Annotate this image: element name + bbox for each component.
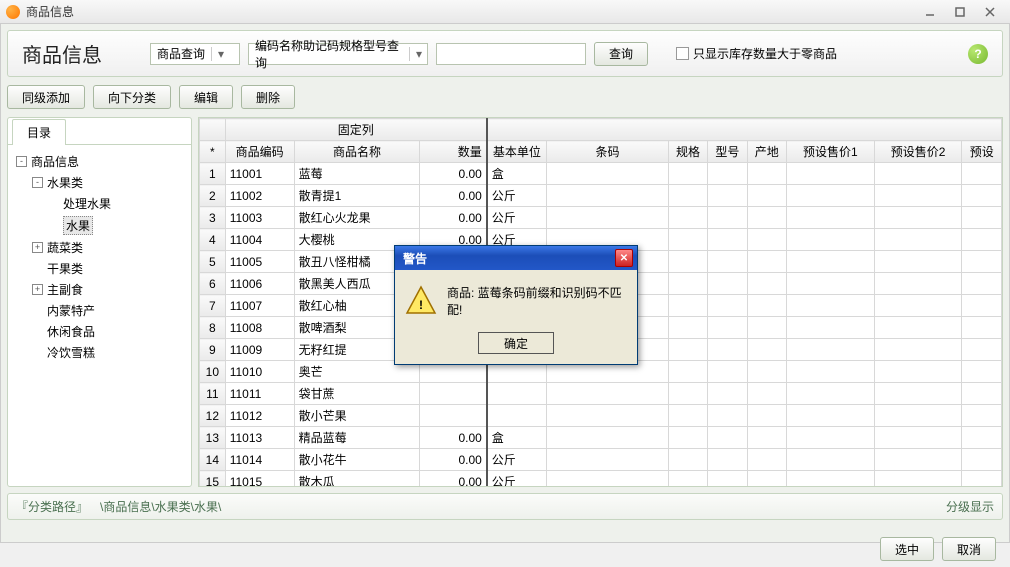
table-row[interactable]: 1511015散木瓜0.00公斤 xyxy=(200,471,1002,487)
edit-button[interactable]: 编辑 xyxy=(179,85,233,109)
tree-node-label: 冷饮雪糕 xyxy=(47,344,95,361)
warning-dialog: 警告 ✕ ! 商品: 蓝莓条码前缀和识别码不匹配! 确定 xyxy=(394,245,638,365)
svg-text:!: ! xyxy=(419,298,423,312)
tree-node[interactable]: 处理水果 xyxy=(12,193,187,214)
table-row[interactable]: 1311013精品蓝莓0.00盒 xyxy=(200,427,1002,449)
warning-icon: ! xyxy=(405,285,437,317)
tree-node-label: 水果类 xyxy=(47,174,83,191)
col-price2[interactable]: 预设售价2 xyxy=(874,141,962,163)
tree-node-label: 干果类 xyxy=(47,260,83,277)
col-star[interactable]: * xyxy=(200,141,226,163)
dialog-title: 警告 xyxy=(403,250,427,267)
header-bar: 商品信息 商品查询▾ 编码名称助记码规格型号查询▾ 查询 只显示库存数量大于零商… xyxy=(7,30,1003,77)
col-price1[interactable]: 预设售价1 xyxy=(786,141,874,163)
col-name[interactable]: 商品名称 xyxy=(294,141,420,163)
maximize-button[interactable] xyxy=(946,4,974,20)
col-code[interactable]: 商品编码 xyxy=(225,141,294,163)
expand-icon[interactable]: + xyxy=(32,242,43,253)
path-bar: 『分类路径』 \商品信息\水果类\水果\ 分级显示 xyxy=(7,493,1003,520)
tree-node[interactable]: 冷饮雪糕 xyxy=(12,342,187,363)
table-row[interactable]: 211002散青提10.00公斤 xyxy=(200,185,1002,207)
path-value: \商品信息\水果类\水果\ xyxy=(100,498,221,515)
tree-node[interactable]: 内蒙特产 xyxy=(12,300,187,321)
dialog-close-button[interactable]: ✕ xyxy=(615,249,633,267)
tree-body[interactable]: -商品信息-水果类处理水果水果+蔬菜类干果类+主副食内蒙特产休闲食品冷饮雪糕 xyxy=(8,145,191,486)
search-button[interactable]: 查询 xyxy=(594,42,648,66)
tree-node[interactable]: -水果类 xyxy=(12,172,187,193)
table-row[interactable]: 311003散红心火龙果0.00公斤 xyxy=(200,207,1002,229)
table-row[interactable]: 1211012散小芒果 xyxy=(200,405,1002,427)
col-model[interactable]: 型号 xyxy=(708,141,747,163)
tree-node-label: 处理水果 xyxy=(63,195,111,212)
tab-directory[interactable]: 目录 xyxy=(12,119,66,145)
collapse-icon[interactable]: - xyxy=(16,156,27,167)
category-tree-panel: 目录 -商品信息-水果类处理水果水果+蔬菜类干果类+主副食内蒙特产休闲食品冷饮雪… xyxy=(7,117,192,487)
dialog-ok-button[interactable]: 确定 xyxy=(478,332,554,354)
expand-icon[interactable]: + xyxy=(32,284,43,295)
tree-node-label: 内蒙特产 xyxy=(47,302,95,319)
tree-node-label: 主副食 xyxy=(47,281,83,298)
tree-node[interactable]: 干果类 xyxy=(12,258,187,279)
col-barcode[interactable]: 条码 xyxy=(547,141,669,163)
tree-tabs: 目录 xyxy=(8,118,191,145)
close-button[interactable] xyxy=(976,4,1004,20)
dialog-titlebar[interactable]: 警告 ✕ xyxy=(395,246,637,270)
tree-node[interactable]: 水果 xyxy=(12,214,187,237)
minimize-button[interactable] xyxy=(916,4,944,20)
sub-category-button[interactable]: 向下分类 xyxy=(93,85,171,109)
search-field-combo[interactable]: 编码名称助记码规格型号查询▾ xyxy=(248,43,428,65)
table-row[interactable]: 111001蓝莓0.00盒 xyxy=(200,163,1002,185)
col-qty[interactable]: 数量 xyxy=(420,141,487,163)
cancel-button[interactable]: 取消 xyxy=(942,537,996,561)
col-spec[interactable]: 规格 xyxy=(668,141,707,163)
level-display-button[interactable]: 分级显示 xyxy=(946,498,994,515)
window-titlebar: 商品信息 xyxy=(0,0,1010,24)
tree-node-label: 休闲食品 xyxy=(47,323,95,340)
dialog-message: 商品: 蓝莓条码前缀和识别码不匹配! xyxy=(447,284,627,318)
collapse-icon[interactable]: - xyxy=(32,177,43,188)
chevron-down-icon: ▾ xyxy=(211,47,229,61)
checkbox-icon xyxy=(676,47,689,60)
tree-node[interactable]: + 主副食 xyxy=(12,279,187,300)
page-title: 商品信息 xyxy=(22,39,102,68)
search-input[interactable] xyxy=(436,43,586,65)
tree-node-label: 蔬菜类 xyxy=(47,239,83,256)
tree-node-label: 水果 xyxy=(63,216,93,235)
stock-filter-checkbox[interactable]: 只显示库存数量大于零商品 xyxy=(676,45,837,62)
chevron-down-icon: ▾ xyxy=(409,47,427,61)
tree-node[interactable]: 休闲食品 xyxy=(12,321,187,342)
footer-buttons: 选中 取消 xyxy=(880,537,996,561)
tree-node-label: 商品信息 xyxy=(31,153,79,170)
delete-button[interactable]: 删除 xyxy=(241,85,295,109)
path-label: 『分类路径』 xyxy=(16,498,88,515)
group-fixed-header: 固定列 xyxy=(225,119,487,141)
same-level-add-button[interactable]: 同级添加 xyxy=(7,85,85,109)
tree-node[interactable]: -商品信息 xyxy=(12,151,187,172)
col-origin[interactable]: 产地 xyxy=(747,141,786,163)
select-button[interactable]: 选中 xyxy=(880,537,934,561)
table-row[interactable]: 1411014散小花牛0.00公斤 xyxy=(200,449,1002,471)
toolbar: 同级添加 向下分类 编辑 删除 xyxy=(7,77,1003,117)
app-icon xyxy=(6,5,20,19)
help-icon[interactable]: ? xyxy=(968,44,988,64)
window-title: 商品信息 xyxy=(26,3,916,20)
table-row[interactable]: 1111011袋甘蔗 xyxy=(200,383,1002,405)
col-preset[interactable]: 预设 xyxy=(962,141,1002,163)
col-unit[interactable]: 基本单位 xyxy=(487,141,547,163)
query-type-combo[interactable]: 商品查询▾ xyxy=(150,43,240,65)
tree-node[interactable]: + 蔬菜类 xyxy=(12,237,187,258)
